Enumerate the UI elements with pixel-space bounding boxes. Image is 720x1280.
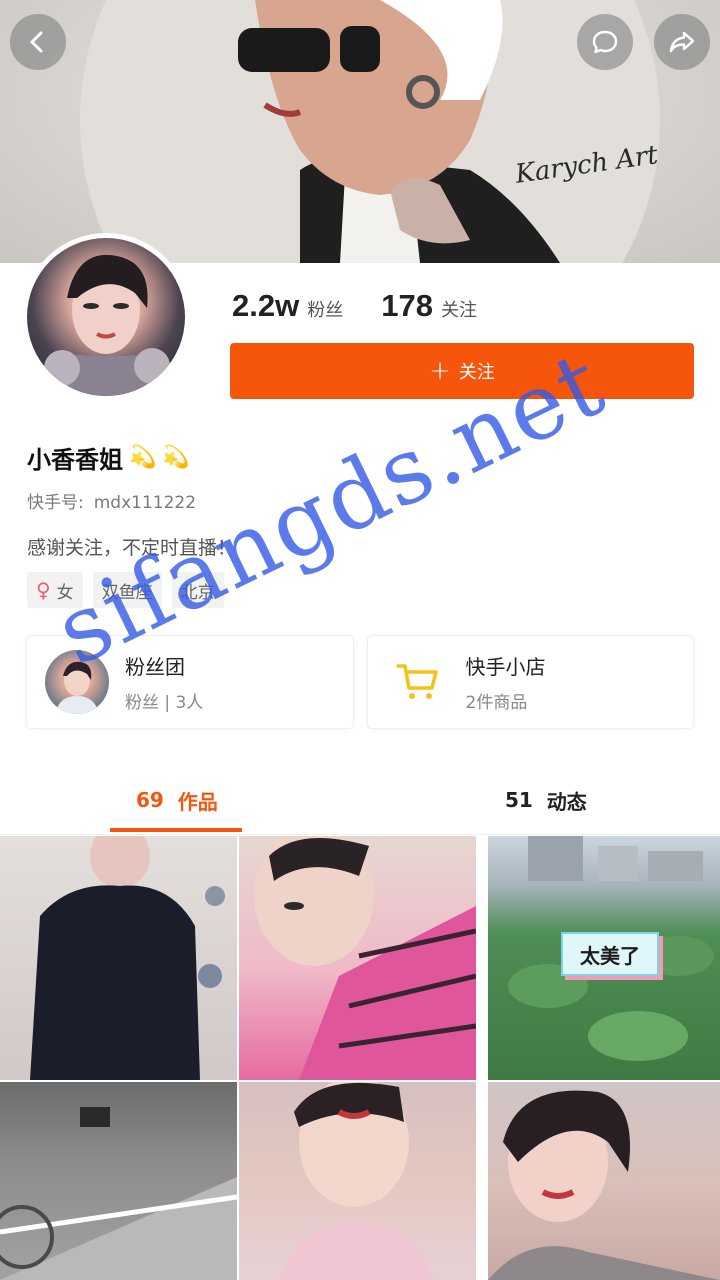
tag-gender-label: 女 [56,582,74,603]
dizzy-star-icon: 💫 [129,445,157,470]
kwai-id-label: 快手号: [27,493,84,513]
fans-label[interactable]: 粉丝 [307,296,343,322]
fan-group-avatar [45,650,109,714]
video-thumbnail[interactable] [239,1082,476,1280]
profile-tags: ♀ 女 双鱼座 北京 [27,572,224,608]
tab-works-label: 作品 [177,789,218,814]
profile-avatar[interactable] [22,233,190,401]
tab-moments-count: 51 [505,788,533,812]
kwai-id: 快手号: mdx111222 [27,488,196,513]
follow-button-label: 关注 [458,362,495,383]
works-grid: 太美了 [0,836,720,1280]
video-thumbnail[interactable] [488,1082,720,1280]
following-count[interactable]: 178 [381,288,433,324]
active-tab-indicator [110,828,242,832]
profile-name-text: 小香香姐 [27,446,123,474]
fan-group-title: 粉丝团 [125,655,185,679]
fan-group-card[interactable]: 粉丝团 粉丝 | 3人 [27,636,353,728]
shop-subtitle: 2件商品 [465,693,528,713]
tab-moments-label: 动态 [546,789,587,814]
shop-card[interactable]: 快手小店 2件商品 [367,636,693,728]
kwai-id-value[interactable]: mdx111222 [94,493,196,513]
share-arrow-icon [669,31,695,53]
content-tabs: 69 作品 51 动态 [0,765,720,835]
avatar-image [27,238,185,396]
chevron-left-icon [30,31,43,53]
beautiful-sticker: 太美了 [561,932,659,976]
following-label[interactable]: 关注 [441,296,477,322]
tab-works[interactable]: 69 作品 [136,765,218,835]
fan-group-subtitle: 粉丝 | 3人 [125,693,204,713]
tag-gender: ♀ 女 [27,572,83,608]
tag-zodiac: 双鱼座 [92,572,162,608]
video-thumbnail[interactable] [0,1082,237,1280]
tab-moments[interactable]: 51 动态 [505,765,587,835]
video-thumbnail[interactable] [0,836,237,1080]
back-button[interactable] [10,14,66,70]
shop-title: 快手小店 [465,655,546,679]
profile-bio: 感谢关注，不定时直播！ [27,537,237,559]
profile-name: 小香香姐 💫 💫 [27,440,190,475]
tab-works-count: 69 [136,788,164,812]
fans-count[interactable]: 2.2w [232,288,299,324]
female-icon: ♀ [36,578,51,602]
feature-cards: 粉丝团 粉丝 | 3人 快手小店 2件商品 [27,636,693,728]
comment-button[interactable] [577,14,633,70]
speech-bubble-icon [592,30,618,54]
share-button[interactable] [654,14,710,70]
profile-stats: 2.2w 粉丝 178 关注 [232,288,515,324]
dizzy-star-icon: 💫 [162,445,190,470]
follow-button[interactable]: + 关注 [230,343,694,399]
plus-icon: + [429,356,451,386]
video-thumbnail[interactable] [239,836,476,1080]
video-thumbnail[interactable]: 太美了 [488,836,720,1080]
shopping-cart-icon [386,650,450,714]
tag-location: 北京 [171,572,224,608]
